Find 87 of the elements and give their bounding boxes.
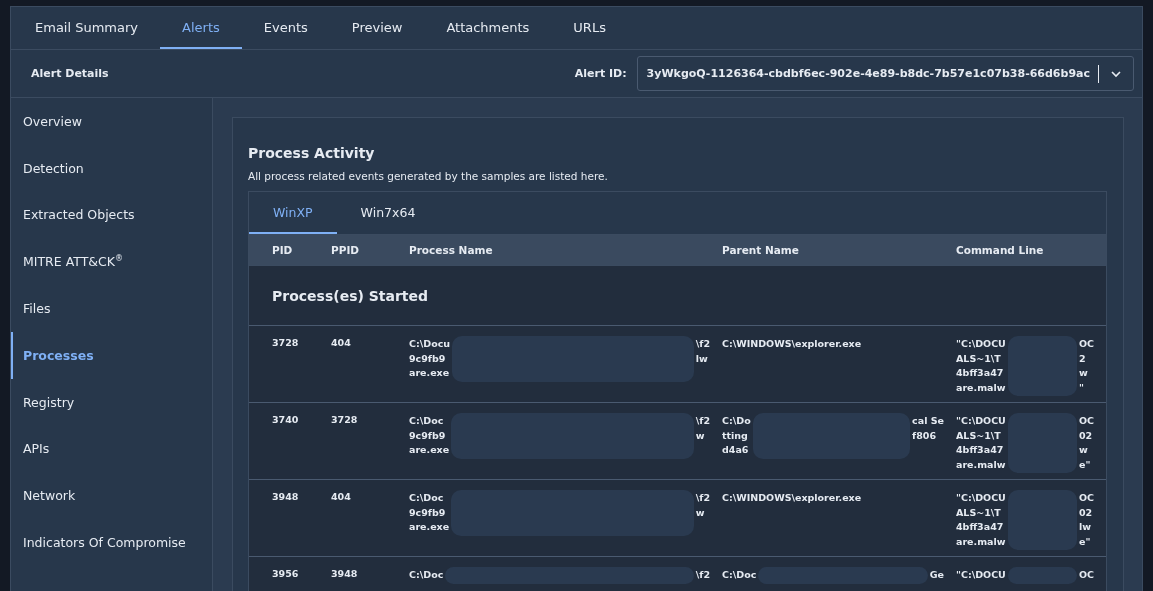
sidebar-item[interactable]: Indicators Of Compromise bbox=[11, 519, 212, 566]
command-line-text: 2 bbox=[1078, 351, 1087, 366]
process-name-text: C:\Doc bbox=[409, 568, 444, 582]
process-name-text: are.exe bbox=[409, 366, 451, 380]
ppid-cell: 3728 bbox=[331, 414, 358, 425]
command-line-text: 4bff3a47 bbox=[956, 366, 1005, 380]
ppid-cell: 404 bbox=[331, 491, 351, 502]
command-line-text: 02 bbox=[1078, 428, 1094, 443]
process-name-text: are.exe bbox=[409, 443, 450, 457]
process-name-text: lw bbox=[695, 351, 709, 366]
sidebar-item[interactable]: Files bbox=[11, 285, 212, 332]
command-line-text: ALS~1\T bbox=[956, 351, 1002, 366]
nav-tab[interactable]: Preview bbox=[329, 7, 425, 49]
sidebar-item[interactable]: MITRE ATT&CK$^{®}$ bbox=[11, 238, 212, 286]
alert-id-label: Alert ID: bbox=[574, 67, 627, 80]
column-header: PPID bbox=[331, 244, 359, 256]
os-tab[interactable]: Win7x64 bbox=[336, 192, 440, 234]
command-line-text: w bbox=[1078, 366, 1089, 380]
column-header: PID bbox=[272, 244, 293, 256]
pid-cell: 3740 bbox=[272, 414, 299, 425]
parent-name-text: C:\Doc bbox=[722, 568, 757, 582]
command-line-text: "C:\DOCU bbox=[956, 568, 1006, 582]
command-line-text: are.malw bbox=[956, 534, 1006, 549]
alert-id-dropdown[interactable]: 3yWkgoQ-1126364-cbdbf6ec-902e-4e89-b8dc-7b57e1c07b38-66d6b9ac bbox=[636, 56, 1134, 91]
process-name-text: \f2 bbox=[695, 337, 710, 351]
nav-tab[interactable]: Events bbox=[241, 7, 330, 49]
command-line-text: 02 bbox=[1078, 505, 1094, 520]
process-name-text: C:\Docu bbox=[409, 337, 451, 351]
sidebar-item[interactable]: Detection bbox=[11, 144, 212, 192]
command-line-text: OC bbox=[1078, 414, 1094, 428]
ppid-cell: 3948 bbox=[331, 568, 358, 579]
column-header: Parent Name bbox=[722, 244, 799, 256]
panel-description: All process related events generated by the samples are listed here. bbox=[248, 170, 609, 182]
command-line-text: OC bbox=[1078, 337, 1094, 351]
section-heading: Process(es) Started bbox=[272, 287, 429, 304]
pid-cell: 3948 bbox=[272, 491, 299, 502]
process-name-text: 9c9fb9 bbox=[409, 505, 447, 520]
parent-name-text: cal Se bbox=[912, 414, 944, 428]
sidebar-item[interactable]: Network bbox=[11, 472, 212, 520]
sidebar-item[interactable]: Extracted Objects bbox=[11, 191, 212, 239]
section-title: Alert Details bbox=[31, 67, 110, 80]
process-name-text: \f2 bbox=[695, 414, 710, 428]
command-line-text: OC bbox=[1078, 568, 1094, 582]
nav-tab[interactable]: URLs bbox=[551, 7, 628, 49]
panel-title: Process Activity bbox=[248, 145, 376, 161]
command-line-text: e" bbox=[1078, 534, 1092, 549]
command-line-text: w bbox=[1078, 443, 1089, 457]
parent-name-text: C:\WINDOWS\explorer.exe bbox=[722, 491, 862, 505]
process-name-text: C:\Doc bbox=[409, 491, 445, 505]
parent-name-text: C:\Do bbox=[722, 414, 751, 428]
parent-name-text: tting bbox=[722, 428, 749, 443]
process-name-text: are.exe bbox=[409, 520, 450, 534]
process-name-text: C:\Doc bbox=[409, 414, 445, 428]
parent-name-text: f806 bbox=[912, 428, 938, 443]
ppid-cell: 404 bbox=[331, 337, 351, 348]
process-name-text: w bbox=[695, 428, 706, 443]
sidebar-item[interactable]: Registry bbox=[11, 378, 212, 426]
command-line-text: ALS~1\T bbox=[956, 505, 1002, 520]
parent-name-text: d4a6 bbox=[722, 443, 750, 457]
command-line-text: "C:\DOCU bbox=[956, 491, 1006, 505]
pid-cell: 3728 bbox=[272, 337, 299, 348]
process-name-text: w bbox=[695, 505, 706, 520]
command-line-text: lw bbox=[1078, 520, 1092, 534]
command-line-text: "C:\DOCU bbox=[956, 337, 1006, 351]
command-line-text: are.malw bbox=[956, 380, 1006, 395]
command-line-text: "C:\DOCU bbox=[956, 414, 1006, 428]
parent-name-text: Ge bbox=[929, 568, 944, 582]
nav-tab[interactable]: Alerts bbox=[160, 7, 242, 49]
process-name-text: 9c9fb9 bbox=[409, 351, 447, 366]
process-name-text: 9c9fb9 bbox=[409, 428, 447, 443]
column-header: Command Line bbox=[956, 244, 1044, 256]
sidebar-item[interactable]: APIs bbox=[11, 425, 212, 473]
command-line-text: 4bff3a47 bbox=[956, 443, 1005, 457]
command-line-text: 4bff3a47 bbox=[956, 520, 1005, 534]
column-header: Process Name bbox=[409, 244, 493, 256]
nav-tab[interactable]: Email Summary bbox=[13, 7, 161, 49]
command-line-text: ALS~1\T bbox=[956, 428, 1002, 443]
command-line-text: " bbox=[1078, 380, 1085, 395]
command-line-text: OC bbox=[1078, 491, 1094, 505]
pid-cell: 3956 bbox=[272, 568, 299, 579]
command-line-text: are.malw bbox=[956, 457, 1006, 472]
parent-name-text: C:\WINDOWS\explorer.exe bbox=[722, 337, 862, 351]
nav-tab[interactable]: Attachments bbox=[424, 7, 552, 49]
process-name-text: \f2 bbox=[695, 491, 710, 505]
sidebar-item[interactable]: Overview bbox=[11, 98, 212, 145]
command-line-text: e" bbox=[1078, 457, 1092, 472]
process-name-text: \f2 bbox=[695, 568, 710, 582]
